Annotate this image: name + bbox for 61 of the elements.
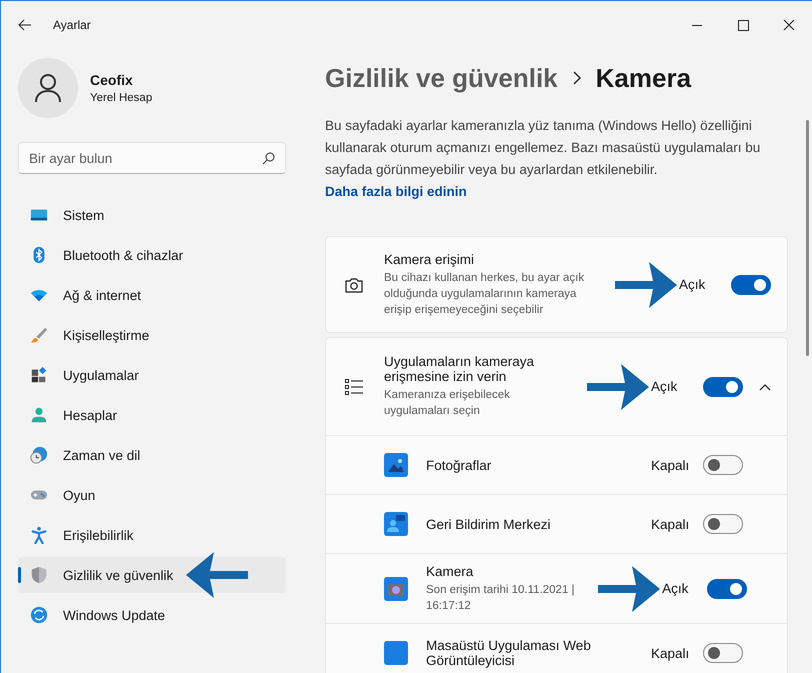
- sidebar-item[interactable]: Erişilebilirlik: [18, 517, 286, 553]
- app-name: Fotoğraflar: [426, 458, 492, 472]
- toggle-switch[interactable]: [706, 578, 747, 598]
- sidebar-icon: [30, 566, 48, 584]
- description-text: Bu sayfadaki ayarlar kameranızla yüz tanıma (Windows Hello) özelliğini kullanarak oturum açmanızı engellemez. Bazı masaüstü uygulamaları bu sayfada görünmeyebilir veya bu ayarlardan etkilenebilir. Daha fazla bilgi edinin: [325, 117, 762, 201]
- app-icon: [384, 576, 408, 600]
- toggle-status: Kapalı: [651, 646, 690, 660]
- toggle-switch[interactable]: [703, 514, 743, 534]
- account-type: Yerel Hesap: [90, 92, 152, 104]
- sidebar-item[interactable]: Gizlilik ve güvenlik: [18, 557, 286, 593]
- app-icon: [384, 512, 408, 536]
- annotation-arrow: [587, 364, 649, 410]
- breadcrumb-parent[interactable]: Gizlilik ve güvenlik: [325, 62, 558, 94]
- toggle-switch[interactable]: [703, 455, 743, 475]
- toggle-switch[interactable]: [703, 643, 743, 663]
- toggle-status: Açık: [662, 581, 690, 596]
- toggle-status: Kapalı: [651, 458, 690, 472]
- sidebar-icon: [30, 606, 48, 624]
- sidebar-item[interactable]: Ağ & internet: [18, 277, 286, 313]
- toggle-status: Açık: [651, 379, 678, 394]
- sidebar-item[interactable]: Hesaplar: [18, 397, 286, 433]
- sidebar-item[interactable]: Zaman ve dil: [18, 437, 286, 473]
- sidebar-icon: [30, 326, 48, 344]
- app-icon: [384, 453, 408, 477]
- sidebar-item[interactable]: Kişiselleştirme: [18, 317, 286, 353]
- setting-description: Bu cihazı kullanan herkes, bu ayar açık olduğunda uygulamalarının kameraya erişip erişemeyeceğini seçebilir: [384, 270, 586, 318]
- last-access-text: Son erişim tarihi 10.11.2021 | 16:17:12: [426, 582, 576, 614]
- page-title: Kamera: [596, 62, 692, 94]
- sidebar-item[interactable]: Oyun: [18, 477, 286, 513]
- sidebar-item[interactable]: Windows Update: [18, 597, 286, 633]
- annotation-arrow: [615, 262, 677, 308]
- window-title: Ayarlar: [53, 18, 91, 32]
- chevron-up-icon[interactable]: [759, 382, 771, 390]
- search-field[interactable]: Bir ayar bulun: [18, 142, 286, 174]
- toggle-status: Kapalı: [651, 516, 690, 532]
- setting-description: Kameranıza erişebilecek uygulamaları seçin: [384, 388, 511, 419]
- search-icon: [262, 152, 275, 165]
- app-name: Kamera: [426, 564, 474, 578]
- toggle-status: Açık: [679, 277, 706, 292]
- sidebar-item[interactable]: Uygulamalar: [18, 357, 286, 393]
- setting-title: Kamera erişimi: [384, 252, 476, 266]
- scrollbar[interactable]: [806, 120, 809, 356]
- sidebar-icon: [30, 446, 48, 464]
- toggle-switch[interactable]: [731, 274, 771, 294]
- sidebar-item[interactable]: Bluetooth & cihazlar: [18, 237, 286, 273]
- annotation-arrow: [186, 552, 248, 598]
- learn-more-link[interactable]: Daha fazla bilgi edinin: [325, 184, 467, 199]
- sidebar-icon: [30, 406, 48, 424]
- sidebar-icon: [30, 366, 48, 384]
- list-icon: [344, 376, 364, 396]
- back-arrow-icon[interactable]: [18, 18, 32, 32]
- app-name: Masaüstü Uygulaması Web Görüntüleyicisi: [426, 638, 592, 668]
- annotation-arrow: [598, 566, 660, 612]
- setting-title: Uygulamaların kameraya erişmesine izin verin: [384, 354, 536, 384]
- sidebar-item[interactable]: Sistem: [18, 197, 286, 233]
- app-icon: [384, 641, 408, 665]
- user-name: Ceofix: [90, 72, 134, 88]
- sidebar-icon: [30, 526, 48, 544]
- app-name: Geri Bildirim Merkezi: [426, 516, 552, 532]
- chevron-right-icon: [572, 71, 582, 85]
- toggle-switch[interactable]: [703, 376, 743, 396]
